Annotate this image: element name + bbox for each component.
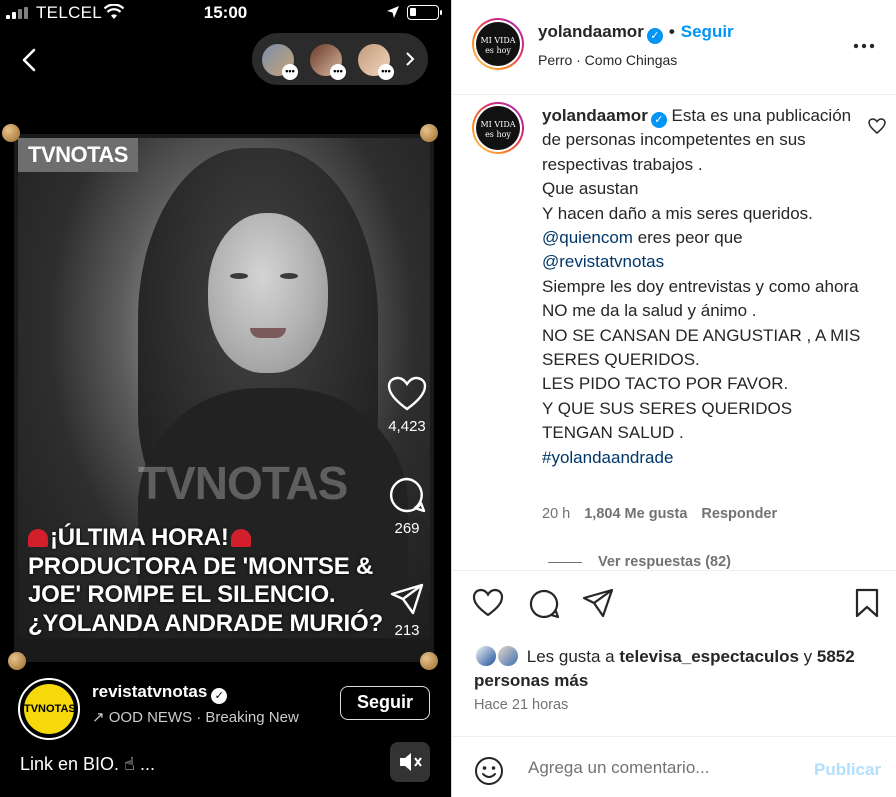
verified-badge-icon: ✓ <box>211 688 228 704</box>
siren-icon <box>230 529 251 547</box>
tvnotas-watermark: TVNOTAS <box>138 457 348 509</box>
header-audio[interactable]: Perro · Como Chingas <box>538 52 677 68</box>
comment-composer: Publicar <box>474 752 884 790</box>
header-username[interactable]: yolandaamor <box>538 22 644 41</box>
verified-badge-icon: ✓ <box>646 28 663 44</box>
pin-decoration <box>2 124 20 142</box>
post-action-bar <box>452 588 896 624</box>
share-plane-icon[interactable] <box>582 588 614 618</box>
header-avatar[interactable]: MI VIDA es hoy <box>472 18 524 70</box>
clock: 15:00 <box>203 3 248 22</box>
follow-button[interactable]: Seguir <box>681 22 734 41</box>
comment-icon[interactable] <box>528 588 560 620</box>
mute-button[interactable] <box>390 742 430 782</box>
reel-like-count: 4,423 <box>388 418 426 435</box>
reel-author-avatar[interactable]: TVNOTAS <box>18 678 80 740</box>
reel-share-button[interactable]: 213 <box>382 582 432 639</box>
message-dots-icon: ••• <box>330 64 346 80</box>
header-username-row: yolandaamor ✓ • Seguir <box>538 22 734 44</box>
share-plane-icon[interactable] <box>389 582 425 616</box>
message-dots-icon: ••• <box>282 64 298 80</box>
caption-username[interactable]: yolandaamor <box>542 106 648 125</box>
status-bar: TELCEL 15:00 <box>0 0 451 26</box>
viewer-avatar[interactable]: ••• <box>260 42 298 80</box>
back-arrow-icon[interactable] <box>16 46 44 74</box>
post-panel: MI VIDA es hoy yolandaamor ✓ • Seguir Perro… <box>451 0 896 797</box>
viewer-avatar[interactable]: ••• <box>308 42 346 80</box>
caption-avatar[interactable]: MI VIDA es hoy <box>472 102 524 154</box>
divider <box>452 736 896 737</box>
reel-follow-button[interactable]: Seguir <box>340 686 430 720</box>
reel-comment-count: 269 <box>394 520 420 537</box>
reply-button[interactable]: Responder <box>701 506 777 522</box>
reel-caption[interactable]: Link en BIO. ☝ ... <box>20 754 155 775</box>
post-media[interactable]: TELCEL 15:00 ••• ••• ••• TVNOTAS TVNOTAS… <box>0 0 451 797</box>
location-arrow-icon <box>387 6 399 18</box>
publish-button[interactable]: Publicar <box>814 760 881 780</box>
reel-author-row: TVNOTAS revistatvnotas ✓ ↗ OOD NEWS · Bre… <box>18 678 438 742</box>
comment-like-heart-icon[interactable] <box>868 118 886 134</box>
mention-link[interactable]: @quiencom <box>542 228 633 247</box>
siren-icon <box>28 529 48 547</box>
comment-icon[interactable] <box>387 476 427 514</box>
like-heart-icon[interactable] <box>472 588 504 618</box>
message-dots-icon: ••• <box>378 64 394 80</box>
comment-input[interactable] <box>528 758 798 778</box>
viewers-strip[interactable]: ••• ••• ••• <box>252 33 428 85</box>
viewer-avatar[interactable]: ••• <box>356 42 394 80</box>
view-replies-button[interactable]: Ver respuestas (82) <box>548 554 731 570</box>
caption-meta: 20 h 1,804 Me gusta Responder <box>542 506 777 522</box>
chevron-right-icon[interactable] <box>404 51 416 67</box>
liker-username[interactable]: televisa_espectaculos <box>619 647 799 666</box>
post-caption: yolandaamor ✓ Esta es una publicación de … <box>542 104 862 470</box>
reel-headline: ¡ÚLTIMA HORA! PRODUCTORA DE 'MONTSE & JO… <box>28 524 383 637</box>
pin-decoration <box>8 652 26 670</box>
hashtag-link[interactable]: #yolandaandrade <box>542 446 862 470</box>
speaker-muted-icon <box>400 753 422 771</box>
verified-badge-icon: ✓ <box>650 112 667 128</box>
tvnotas-logo: TVNOTAS <box>18 138 138 172</box>
divider <box>452 94 896 95</box>
emoji-icon[interactable] <box>474 756 504 786</box>
divider <box>452 570 896 571</box>
reel-like-button[interactable]: 4,423 <box>382 376 432 435</box>
heart-icon[interactable] <box>387 376 427 412</box>
bookmark-icon[interactable] <box>854 588 880 618</box>
caption-like-count[interactable]: 1,804 Me gusta <box>584 506 687 522</box>
reel-share-count: 213 <box>394 622 420 639</box>
liker-avatars[interactable] <box>474 644 522 668</box>
likes-summary: Les gusta a televisa_espectaculos y 5852… <box>474 644 884 693</box>
post-time-ago: Hace 21 horas <box>474 697 569 713</box>
caption-time: 20 h <box>542 506 571 522</box>
mention-link[interactable]: @revistatvnotas <box>542 250 862 274</box>
more-options-icon[interactable] <box>852 34 876 58</box>
pin-decoration <box>420 124 438 142</box>
reel-audio-label[interactable]: ↗ OOD NEWS · Breaking New <box>92 708 340 726</box>
reel-author-name[interactable]: revistatvnotas ✓ <box>92 682 228 704</box>
reel-comment-button[interactable]: 269 <box>382 476 432 537</box>
battery-icon <box>407 5 442 20</box>
pin-decoration <box>420 652 438 670</box>
